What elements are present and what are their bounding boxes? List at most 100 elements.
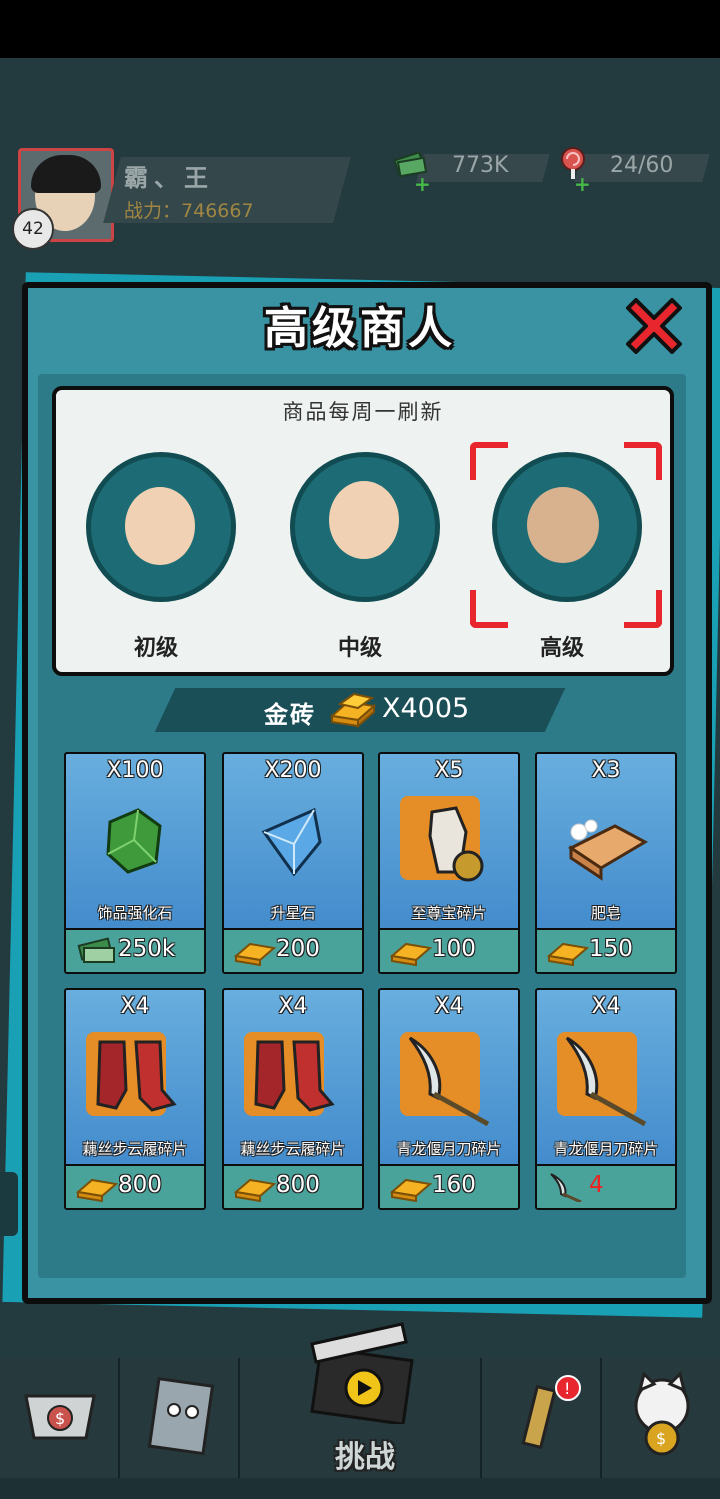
item-name: 肥皂 xyxy=(590,904,621,922)
item-price-bar: 800 xyxy=(224,1164,362,1208)
item-name: 饰品强化石 xyxy=(97,904,173,922)
item-name: 升星石 xyxy=(270,904,316,922)
item-price-bar: 150 xyxy=(537,928,675,972)
currency-label: 金砖 xyxy=(264,701,316,729)
nav-shop-cart[interactable]: $ xyxy=(0,1358,120,1478)
outfit-fragment-icon xyxy=(428,806,484,882)
gold-brick-icon xyxy=(76,1178,118,1202)
merchant-senior-label: 高级 xyxy=(539,636,584,661)
cash-amount: 773K xyxy=(452,153,509,178)
close-icon[interactable] xyxy=(618,290,690,362)
item-price: 200 xyxy=(276,936,320,962)
junior-merchant-portrait xyxy=(125,487,195,565)
refresh-note: 商品每周一刷新 xyxy=(282,400,444,424)
item-quantity: X4 xyxy=(591,994,621,1019)
soap-icon xyxy=(568,819,649,881)
avatar-hair xyxy=(31,155,101,193)
gold-brick-icon xyxy=(329,692,377,728)
blue-crystal-icon xyxy=(261,807,322,877)
item-price: 150 xyxy=(589,936,633,962)
selection-corner xyxy=(624,590,662,628)
item-name: 藕丝步云履碎片 xyxy=(240,1140,346,1158)
shop-item-card[interactable]: X4 青龙偃月刀碎片 4 xyxy=(535,988,677,1210)
item-price-bar: 800 xyxy=(66,1164,204,1208)
item-price-bar: 200 xyxy=(224,928,362,972)
player-level-badge: 42 xyxy=(12,208,54,250)
boots-fragment-icon xyxy=(254,1040,335,1112)
item-quantity: X100 xyxy=(106,758,164,783)
cash-icon xyxy=(77,937,115,963)
item-price-bar: 100 xyxy=(380,928,518,972)
stamina-plus-icon[interactable]: + xyxy=(574,172,591,196)
shop-title: 高级商人 xyxy=(264,303,456,354)
nav-telescope[interactable]: ! xyxy=(482,1358,602,1478)
player-power: 战力：746667 xyxy=(124,196,254,223)
stamina-amount: 24/60 xyxy=(610,153,674,178)
shop-item-card[interactable]: X4 藕丝步云履碎片 800 xyxy=(64,988,206,1210)
book-icon xyxy=(147,1377,215,1456)
merchant-junior[interactable] xyxy=(86,452,236,602)
gold-brick-icon xyxy=(547,942,589,966)
middle-merchant-portrait xyxy=(329,481,399,559)
item-price: 250k xyxy=(118,936,176,962)
shop-item-card[interactable]: X3 肥皂 150 xyxy=(535,752,677,974)
selection-corner xyxy=(470,590,508,628)
green-gem-icon xyxy=(106,808,162,874)
gold-brick-icon xyxy=(234,1178,276,1202)
side-tab[interactable] xyxy=(0,1172,18,1236)
item-price: 800 xyxy=(118,1172,162,1198)
shop-item-card[interactable]: X100 饰品强化石 250k xyxy=(64,752,206,974)
glaive-icon xyxy=(550,1173,582,1202)
senior-merchant-portrait xyxy=(527,487,599,563)
cash-plus-icon[interactable]: + xyxy=(414,172,431,196)
svg-text:!: ! xyxy=(564,1379,570,1398)
item-price: 100 xyxy=(432,936,476,962)
nav-book[interactable] xyxy=(120,1358,240,1478)
gold-brick-icon xyxy=(390,1178,432,1202)
gold-brick-icon xyxy=(234,942,276,966)
item-price-bar: 160 xyxy=(380,1164,518,1208)
status-bar xyxy=(0,0,720,58)
merchant-middle-label: 中级 xyxy=(337,636,382,661)
glaive-fragment-icon xyxy=(565,1036,647,1127)
item-price-bar: 250k xyxy=(66,928,204,972)
merchant-middle[interactable] xyxy=(290,452,440,602)
item-quantity: X3 xyxy=(591,758,621,783)
shop-item-card[interactable]: X4 藕丝步云履碎片 800 xyxy=(222,988,364,1210)
telescope-icon: ! xyxy=(521,1375,581,1450)
item-name: 青龙偃月刀碎片 xyxy=(553,1140,659,1158)
clapperboard-icon xyxy=(310,1322,414,1424)
shop-item-card[interactable]: X4 青龙偃月刀碎片 160 xyxy=(378,988,520,1210)
shop-cart-icon: $ xyxy=(24,1394,96,1440)
power-value: 746667 xyxy=(181,200,254,222)
item-quantity: X4 xyxy=(278,994,308,1019)
item-quantity: X4 xyxy=(434,994,464,1019)
svg-text:$: $ xyxy=(656,1429,666,1448)
item-name: 至尊宝碎片 xyxy=(411,904,487,922)
item-name: 藕丝步云履碎片 xyxy=(82,1140,188,1158)
power-label: 战力： xyxy=(124,200,182,222)
item-name: 青龙偃月刀碎片 xyxy=(396,1140,502,1158)
item-price-bar: 4 xyxy=(537,1164,675,1208)
merchant-junior-label: 初级 xyxy=(133,636,178,661)
selection-corner xyxy=(624,442,662,480)
currency-count: X4005 xyxy=(382,693,470,724)
player-name: 霸、王 xyxy=(124,164,214,192)
selection-corner xyxy=(470,442,508,480)
glaive-fragment-icon xyxy=(408,1036,490,1127)
item-quantity: X4 xyxy=(120,994,150,1019)
nav-lucky-cat[interactable]: $ xyxy=(602,1358,720,1478)
item-price: 800 xyxy=(276,1172,320,1198)
shop-item-card[interactable]: X200 升星石 200 xyxy=(222,752,364,974)
lucky-cat-icon: $ xyxy=(634,1371,690,1456)
shop-item-card[interactable]: X5 至尊宝碎片 100 xyxy=(378,752,520,974)
item-price: 4 xyxy=(589,1172,604,1198)
item-price: 160 xyxy=(432,1172,476,1198)
boots-fragment-icon xyxy=(96,1040,177,1112)
item-quantity: X200 xyxy=(264,758,322,783)
svg-text:$: $ xyxy=(55,1409,65,1428)
challenge-label: 挑战 xyxy=(335,1440,395,1475)
merchant-senior[interactable] xyxy=(492,452,642,602)
gold-brick-icon xyxy=(390,942,432,966)
item-quantity: X5 xyxy=(434,758,464,783)
